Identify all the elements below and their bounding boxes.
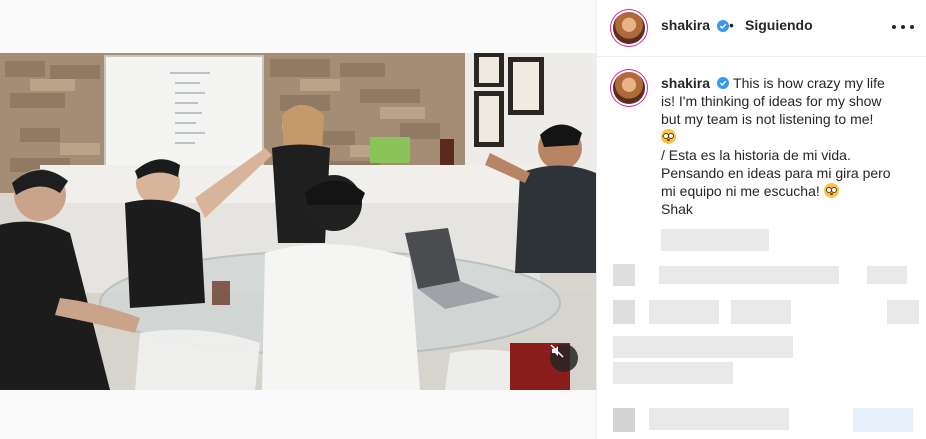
- caption-line: Shak: [661, 201, 693, 217]
- post-header: shakira • Siguiendo: [597, 0, 926, 57]
- avatar[interactable]: [613, 12, 645, 44]
- muted-speaker-icon: [550, 344, 564, 358]
- rolling-eyes-emoji-icon: [823, 183, 839, 198]
- blurred-comment: [613, 336, 793, 358]
- blurred-like-icon[interactable]: [887, 300, 919, 324]
- blurred-avatar: [613, 300, 635, 324]
- post-panel: shakira • Siguiendo shakira This is how c…: [596, 0, 926, 439]
- following-button[interactable]: Siguiendo: [745, 17, 813, 33]
- caption-text: shakira This is how crazy my life is! I'm…: [661, 74, 926, 218]
- avatar[interactable]: [613, 72, 645, 104]
- blurred-comment: [867, 266, 907, 284]
- caption-line: mi equipo ni me escucha!: [661, 183, 820, 199]
- caption-line: / Esta es la historia de mi vida.: [661, 147, 851, 163]
- author-username[interactable]: shakira: [661, 17, 710, 33]
- post-video[interactable]: [0, 53, 596, 390]
- caption-line: Pensando en ideas para mi gira pero: [661, 165, 891, 181]
- caption-username[interactable]: shakira: [661, 75, 710, 91]
- video-frame-illustration: [0, 53, 596, 390]
- blurred-comment: [613, 362, 733, 384]
- blurred-comment: [649, 408, 789, 430]
- caption-line: is! I'm thinking of ideas for my show: [661, 93, 882, 109]
- blurred-comment: [661, 229, 769, 251]
- mute-toggle-button[interactable]: [550, 344, 578, 372]
- blurred-comment: [659, 266, 839, 284]
- caption-line: but my team is not listening to me!: [661, 111, 874, 127]
- rolling-eyes-emoji-icon: [661, 129, 676, 144]
- blurred-comment: [649, 300, 719, 324]
- verified-badge-icon: [717, 77, 730, 89]
- more-options-icon[interactable]: [892, 19, 914, 35]
- blurred-avatar: [613, 264, 635, 286]
- media-column: [0, 0, 596, 439]
- blurred-comment: [731, 300, 791, 324]
- blurred-action[interactable]: [853, 408, 913, 432]
- separator-dot: •: [729, 17, 734, 33]
- caption-line: This is how crazy my life: [733, 75, 885, 91]
- blurred-avatar: [613, 408, 635, 432]
- verified-badge-icon: [717, 20, 729, 32]
